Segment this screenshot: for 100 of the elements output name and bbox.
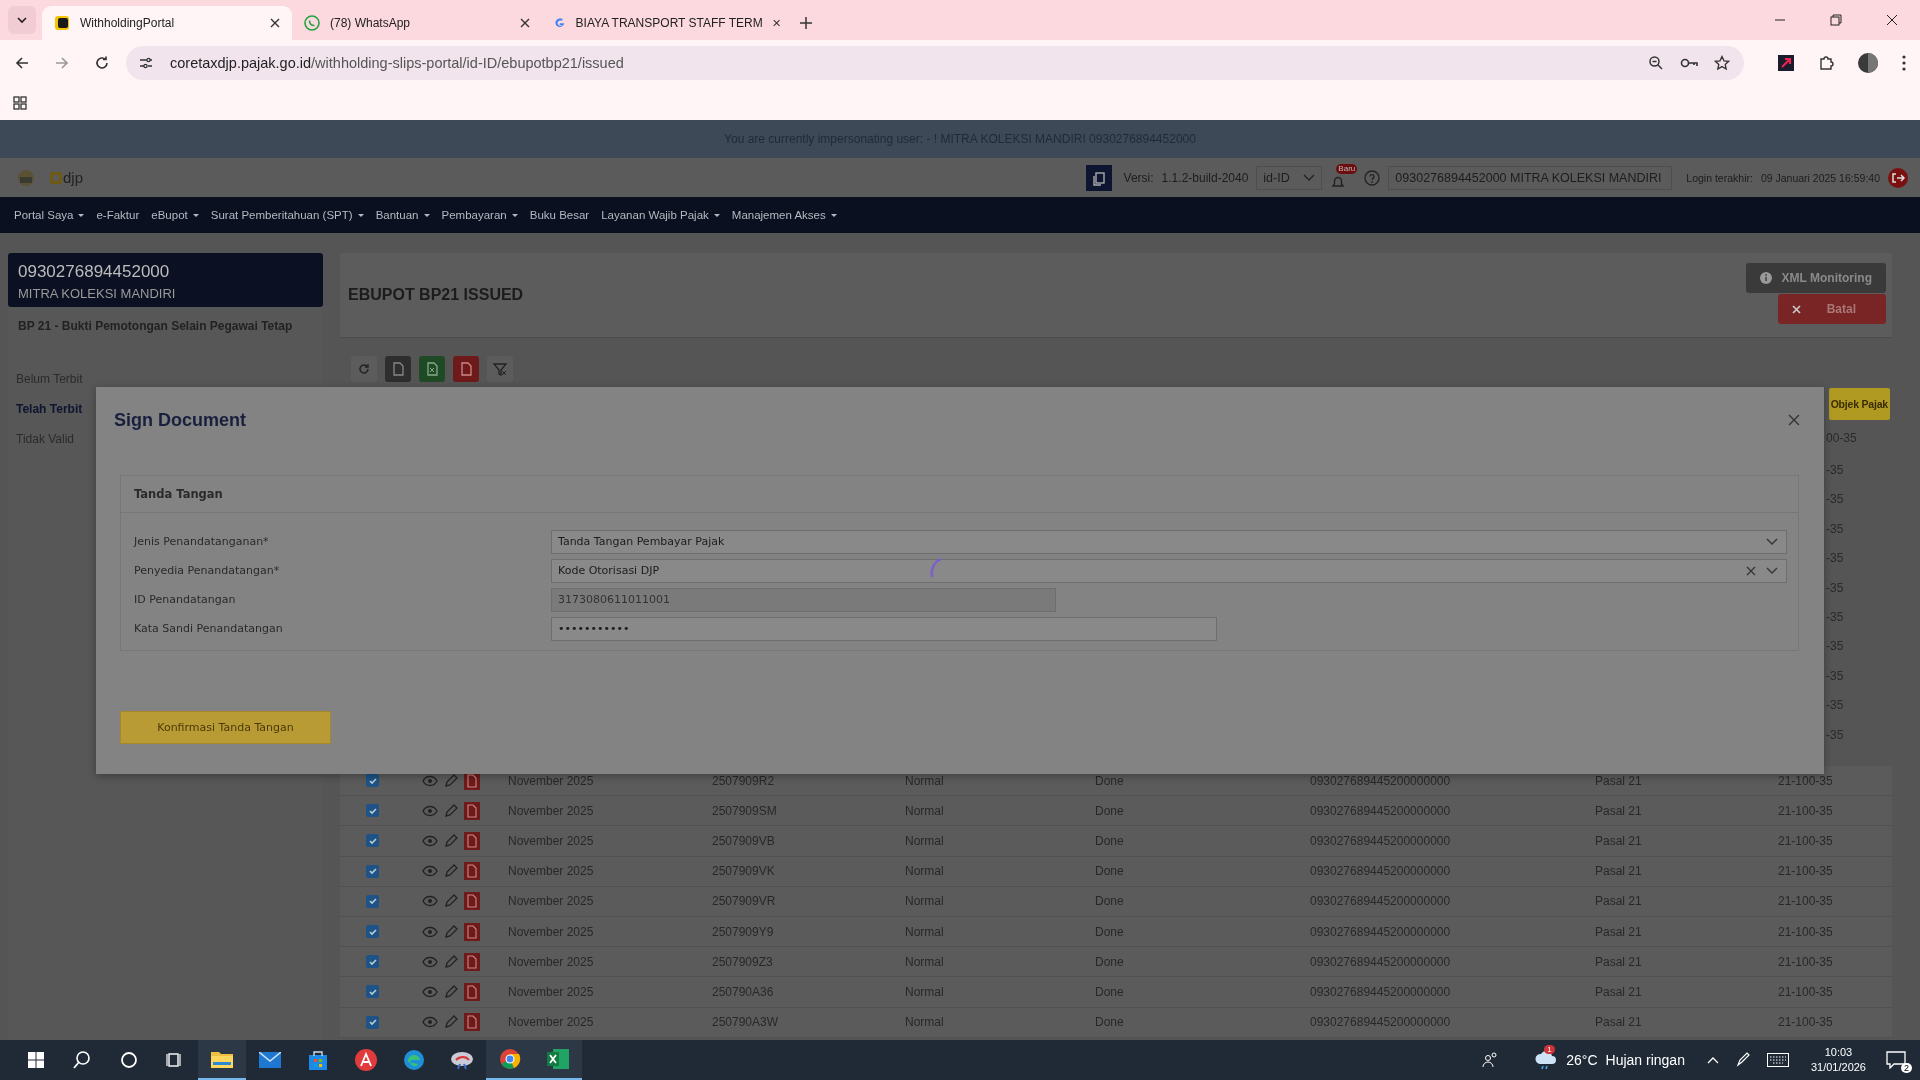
notification-count: 2 — [1901, 1063, 1912, 1073]
eye-icon[interactable] — [422, 925, 438, 938]
row-checkbox[interactable] — [366, 1015, 379, 1029]
nav-menu-item[interactable]: Surat Pemberitahuan (SPT) — [210, 209, 364, 221]
taxpayer-number: 0930276894452000 — [18, 262, 171, 282]
eye-icon[interactable] — [422, 865, 438, 878]
column-header-button[interactable]: Objek Pajak — [1828, 388, 1890, 420]
zoom-out-icon[interactable] — [1648, 54, 1664, 71]
star-icon[interactable] — [1714, 54, 1730, 71]
browser-tab[interactable]: BIAYA TRANSPORT STAFF TERM — [542, 6, 792, 40]
eye-icon[interactable] — [422, 804, 438, 817]
menu-dots-icon[interactable] — [1902, 54, 1906, 71]
back-arrow-icon[interactable] — [14, 54, 30, 71]
row-checkbox[interactable] — [366, 864, 379, 878]
chevron-down-icon — [1303, 173, 1316, 182]
eye-icon[interactable] — [422, 895, 438, 908]
select-field[interactable]: Kode Otorisasi DJP — [551, 558, 1787, 583]
clear-filter-button[interactable] — [487, 356, 513, 382]
circle-icon[interactable] — [120, 1051, 138, 1069]
close-icon[interactable] — [772, 18, 780, 28]
tab-list-button[interactable] — [8, 6, 36, 34]
close-icon[interactable] — [1886, 14, 1898, 26]
checkmark-icon — [367, 835, 378, 846]
row-checkbox[interactable] — [366, 804, 379, 818]
checkmark-icon — [367, 986, 378, 997]
apps-grid-icon[interactable] — [13, 95, 27, 110]
pencil-icon[interactable] — [444, 803, 458, 818]
taskbar-app[interactable] — [534, 1040, 582, 1080]
eye-icon[interactable] — [422, 834, 438, 847]
forward-arrow-icon[interactable] — [54, 54, 70, 71]
excel-export-button[interactable] — [419, 356, 445, 382]
pen-icon[interactable] — [1734, 1052, 1751, 1068]
pencil-icon[interactable] — [444, 1015, 458, 1030]
row-checkbox[interactable] — [366, 834, 379, 848]
chevron-up-icon[interactable] — [1706, 1056, 1719, 1064]
nav-menu-item[interactable]: Manajemen Akses — [731, 209, 837, 221]
chevron-down-icon — [16, 14, 28, 26]
nav-menu-item[interactable]: eBupot — [151, 209, 199, 221]
new-tab-icon[interactable] — [800, 17, 812, 29]
nav-menu-item[interactable]: Layanan Wajib Pajak — [601, 209, 720, 221]
select-field[interactable]: Tanda Tangan Pembayar Pajak — [551, 529, 1787, 554]
confirm-signature-button[interactable]: Konfirmasi Tanda Tangan — [120, 711, 331, 744]
pencil-icon[interactable] — [444, 954, 458, 969]
pencil-icon[interactable] — [444, 894, 458, 909]
input-field[interactable]: ••••••••••• — [551, 616, 1217, 641]
nav-menu-item[interactable]: Bantuan — [375, 209, 430, 221]
pencil-icon[interactable] — [444, 924, 458, 939]
row-checkbox[interactable] — [366, 894, 379, 908]
clock-date[interactable]: 31/01/2026 — [1810, 1060, 1866, 1075]
address-bar[interactable]: coretaxdjp.pajak.go.id/withholding-slips-portal/id-ID/ebupotbp21/issued — [126, 45, 1744, 80]
edge-browser-icon — [403, 1049, 425, 1071]
login-label: Login terakhir: — [1686, 171, 1753, 184]
pencil-icon[interactable] — [444, 833, 458, 848]
tab-title: (78) WhatsApp — [330, 16, 412, 30]
row-checkbox[interactable] — [366, 774, 379, 788]
nav-menu-item[interactable]: Portal Saya — [14, 209, 85, 221]
nav-menu-item[interactable]: e-Faktur — [96, 209, 140, 221]
puzzle-icon[interactable] — [1818, 54, 1834, 71]
logout-icon[interactable] — [1888, 167, 1908, 188]
restore-icon[interactable] — [1830, 14, 1842, 26]
taskbar-app[interactable] — [198, 1040, 246, 1080]
page-title: EBUPOT BP21 ISSUED — [348, 286, 524, 304]
pencil-icon[interactable] — [444, 984, 458, 999]
windows-start-icon[interactable] — [28, 1052, 44, 1068]
reload-icon[interactable] — [94, 54, 110, 71]
eye-icon[interactable] — [422, 985, 438, 998]
browser-tab[interactable]: WithholdingPortal — [42, 6, 292, 40]
checkmark-icon — [367, 866, 378, 877]
field-label: ID Penandatangan — [133, 593, 237, 606]
pencil-icon[interactable] — [444, 773, 458, 788]
task-view-icon[interactable] — [166, 1051, 184, 1069]
eye-icon[interactable] — [422, 774, 438, 787]
copy-icon[interactable] — [1085, 164, 1112, 191]
notification-icon[interactable] — [1886, 1051, 1906, 1069]
nav-menu-item[interactable]: Pembayaran — [441, 209, 518, 221]
taskbar-app[interactable] — [486, 1040, 534, 1080]
mail-icon — [259, 1052, 281, 1068]
eye-icon[interactable] — [422, 1016, 438, 1029]
pencil-icon[interactable] — [444, 864, 458, 879]
close-icon[interactable] — [270, 18, 280, 28]
search-icon[interactable] — [72, 1050, 92, 1070]
browser-tab[interactable]: (78) WhatsApp — [292, 6, 542, 40]
close-icon[interactable] — [520, 18, 530, 28]
nav-menu-item[interactable]: Buku Besar — [529, 209, 590, 221]
row-checkbox[interactable] — [366, 925, 379, 939]
keyboard-icon[interactable] — [1766, 1053, 1789, 1067]
profile-avatar-icon[interactable] — [1858, 52, 1878, 73]
row-checkbox[interactable] — [366, 955, 379, 969]
chevron-down-icon — [1766, 566, 1778, 575]
clock-time[interactable]: 10:03 — [1824, 1045, 1853, 1060]
select-value: Kode Otorisasi DJP — [558, 564, 660, 577]
rain-cloud-icon — [1534, 1050, 1559, 1070]
row-checkbox[interactable] — [366, 985, 379, 999]
key-icon[interactable] — [1680, 56, 1698, 69]
pdf-export-button[interactable] — [453, 356, 479, 382]
extension-app-icon[interactable] — [1778, 54, 1794, 71]
eye-icon[interactable] — [422, 955, 438, 968]
help-icon[interactable] — [1364, 169, 1381, 186]
clear-icon[interactable] — [1746, 565, 1756, 576]
file-button[interactable] — [385, 356, 411, 382]
